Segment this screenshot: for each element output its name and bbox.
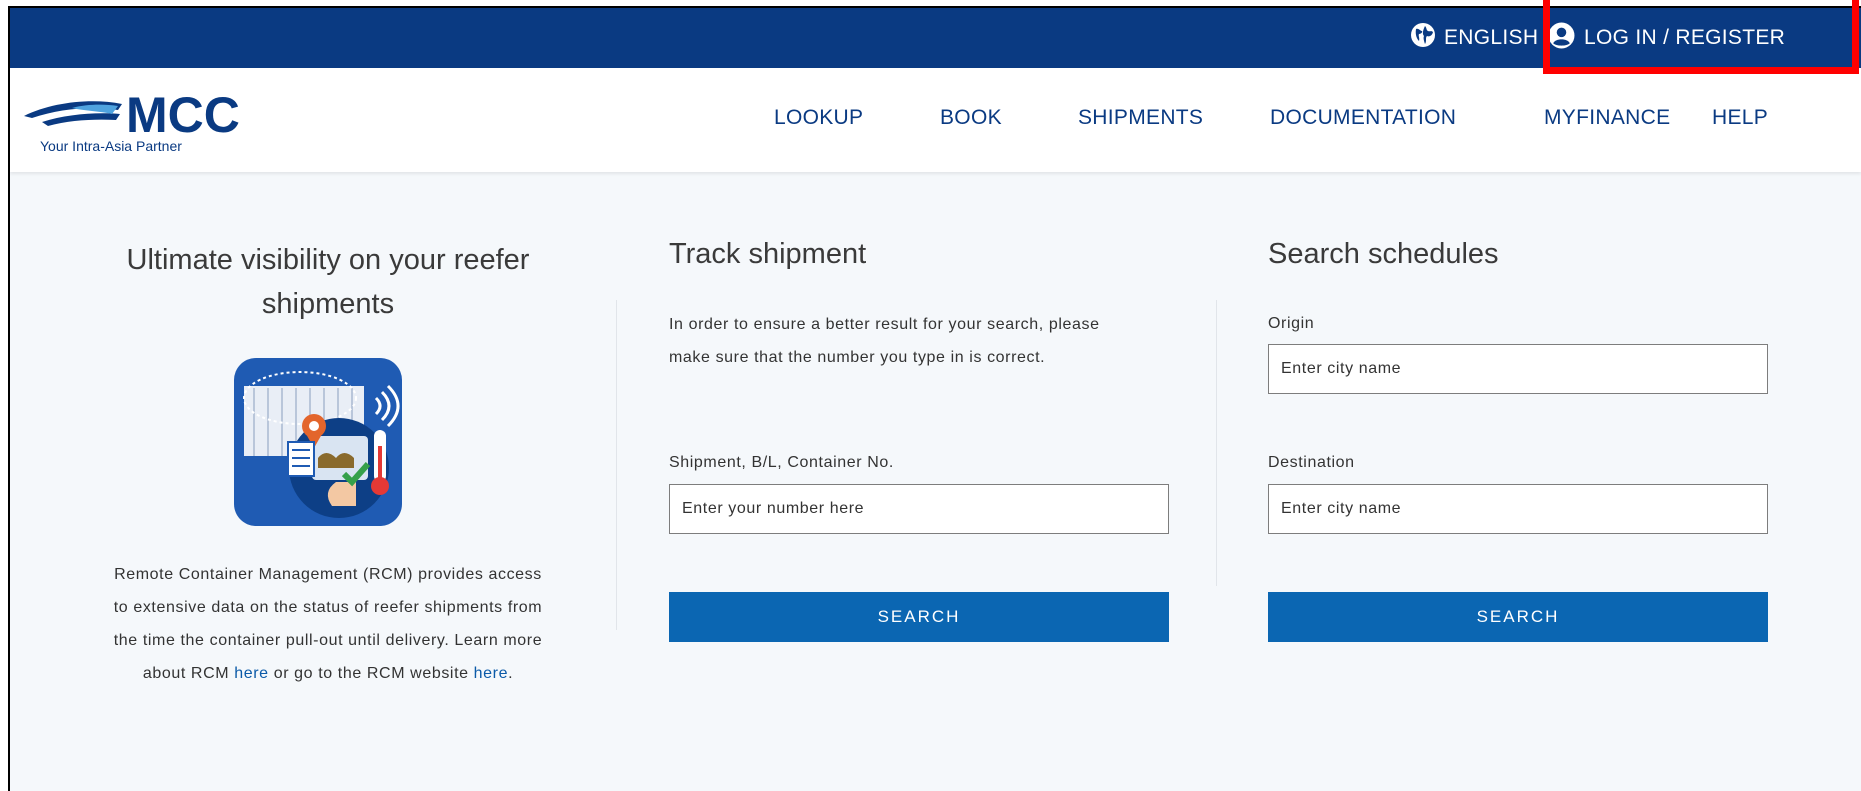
shipment-number-label: Shipment, B/L, Container No. — [669, 454, 894, 471]
language-selector[interactable]: ENGLISH — [1410, 22, 1538, 54]
main-navigation: MCC Your Intra-Asia Partner LOOKUP BOOK … — [10, 68, 1861, 172]
column-divider — [1216, 300, 1217, 586]
rcm-info-link[interactable]: here — [234, 665, 268, 682]
top-utility-bar: ENGLISH LOG IN / REGISTER — [10, 8, 1861, 68]
mcc-logo-mark: MCC — [24, 87, 240, 143]
rcm-website-link[interactable]: here — [474, 665, 508, 682]
nav-item-lookup[interactable]: LOOKUP — [774, 106, 863, 130]
language-label: ENGLISH — [1444, 26, 1539, 49]
login-register-button[interactable]: LOG IN / REGISTER — [1548, 18, 1785, 58]
schedules-search-button[interactable]: SEARCH — [1268, 592, 1768, 642]
reefer-text-line: about RCM here or go to the RCM website … — [142, 665, 514, 682]
nav-item-documentation[interactable]: DOCUMENTATION — [1270, 106, 1456, 130]
column-divider — [616, 300, 617, 630]
reefer-title: Ultimate visibility on your reefer shipm… — [126, 244, 530, 320]
schedules-title: Search schedules — [1268, 238, 1499, 270]
track-title: Track shipment — [669, 238, 867, 270]
track-description: In order to ensure a better result for y… — [669, 308, 1189, 374]
nav-item-book[interactable]: BOOK — [940, 106, 1002, 130]
user-icon — [1548, 22, 1575, 55]
track-description-line: In order to ensure a better result for y… — [669, 316, 1100, 333]
svg-text:MCC: MCC — [126, 87, 240, 138]
reefer-description: Remote Container Management (RCM) provid… — [68, 558, 588, 690]
nav-item-myfinance[interactable]: MYFINANCE — [1544, 106, 1670, 130]
nav-item-help[interactable]: HELP — [1712, 106, 1768, 130]
track-description-line: make sure that the number you type in is… — [669, 349, 1046, 366]
mcc-logo[interactable]: MCC Your Intra-Asia Partner — [22, 86, 262, 156]
globe-icon — [1410, 22, 1436, 54]
nav-item-shipments[interactable]: SHIPMENTS — [1078, 106, 1203, 130]
origin-label: Origin — [1268, 315, 1315, 332]
rcm-illustration-icon — [234, 358, 402, 526]
reefer-text-line: to extensive data on the status of reefe… — [113, 599, 543, 616]
origin-input[interactable] — [1268, 344, 1768, 394]
login-register-label: LOG IN / REGISTER — [1584, 26, 1786, 49]
track-search-button[interactable]: SEARCH — [669, 592, 1169, 642]
destination-input[interactable] — [1268, 484, 1768, 534]
logo-tagline: Your Intra-Asia Partner — [40, 138, 182, 154]
reefer-text-line: Remote Container Management (RCM) provid… — [114, 566, 542, 583]
reefer-text-line: the time the container pull-out until de… — [113, 632, 543, 649]
shipment-number-input[interactable] — [669, 484, 1169, 534]
destination-label: Destination — [1268, 454, 1355, 471]
page-frame: ENGLISH LOG IN / REGISTER MCC Your Intra… — [8, 6, 1861, 791]
